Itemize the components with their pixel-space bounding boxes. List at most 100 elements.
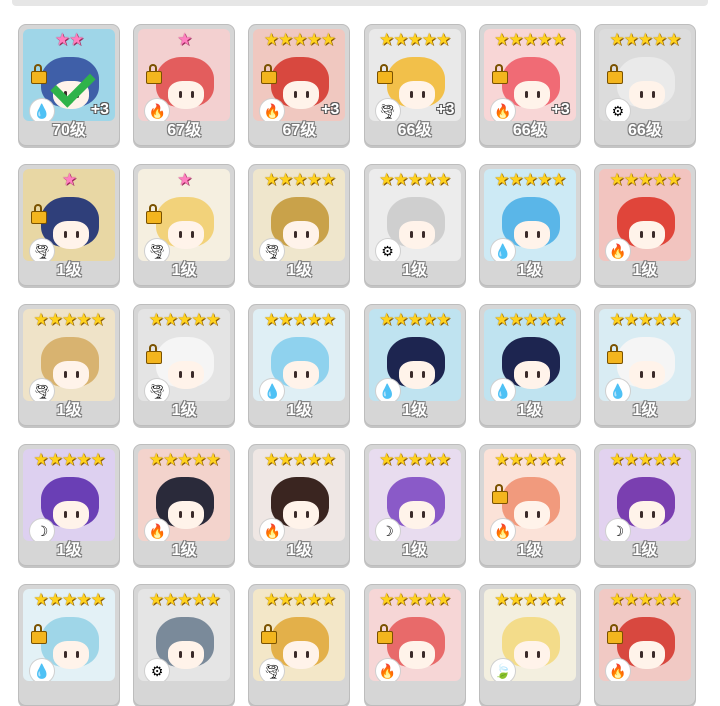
- hero-card[interactable]: ★★★★★ 🌪: [248, 584, 351, 706]
- hero-level: [134, 679, 234, 703]
- hero-card[interactable]: ★★★★★ 🌪 1级: [133, 304, 236, 426]
- hero-level: 66级: [397, 122, 432, 139]
- star-rating: ★★★★★: [263, 170, 336, 189]
- hero-face: [168, 361, 205, 389]
- hero-card[interactable]: ★★★★★ 🔥 1级: [248, 444, 351, 566]
- hero-card[interactable]: ★★★★★ 🌪 +3 66级: [363, 24, 466, 146]
- hero-eye: [306, 231, 310, 238]
- hero-card[interactable]: ★★★★★ 🌪 1级: [18, 304, 120, 426]
- hero-card[interactable]: ★★★★★ 🔥 1级: [593, 164, 696, 286]
- hero-portrait: ★★★★★ 🔥: [138, 449, 231, 541]
- hero-eye: [421, 371, 425, 378]
- star-rating: ★★★★★: [609, 310, 681, 329]
- hero-eye: [524, 651, 528, 658]
- hero-card[interactable]: ★★★★★ 🔥 1级: [133, 444, 236, 566]
- hero-eye: [64, 511, 67, 518]
- hero-face: [168, 641, 205, 669]
- star-rating: ★★★★★: [378, 30, 451, 49]
- lock-icon: [606, 344, 623, 364]
- star-rating: ★: [61, 170, 77, 189]
- hero-portrait: ★★★★★ 💧: [23, 589, 115, 681]
- star-rating: ★★★★★: [148, 590, 221, 609]
- hero-level: [19, 679, 119, 703]
- hero-level: 1级: [517, 402, 543, 419]
- hero-card[interactable]: ★★★★★ ⚙ 1级: [363, 164, 466, 286]
- hero-portrait: ★★★★★ 💧: [253, 309, 346, 401]
- hero-eye: [639, 371, 643, 378]
- lock-icon: [31, 64, 47, 84]
- hero-portrait: ★★ 💧 +3: [23, 29, 115, 121]
- hero-eye: [179, 371, 183, 378]
- hero-eye: [306, 511, 310, 518]
- hero-card[interactable]: ★★★★★ 💧 1级: [248, 304, 351, 426]
- hero-card[interactable]: ★★★★★ ☽ 1级: [363, 444, 466, 566]
- hero-card[interactable]: ★★★★★ 🔥 +3 67级: [248, 24, 351, 146]
- hero-card[interactable]: ★★ 💧 +3 70级: [18, 24, 120, 146]
- hero-card[interactable]: ★★★★★ 💧 1级: [478, 164, 581, 286]
- hero-portrait: ★★★★★ 🔥: [598, 169, 691, 261]
- hero-level: 1级: [402, 542, 428, 559]
- hero-eye: [421, 231, 425, 238]
- hero-eye: [294, 651, 298, 658]
- hero-card[interactable]: ★★★★★ ⚙ 66级: [593, 24, 696, 146]
- star-rating: ★★★★★: [609, 30, 681, 49]
- hero-card[interactable]: ★ 🌪 1级: [133, 164, 236, 286]
- hero-card[interactable]: ★★★★★ 🌪 1级: [248, 164, 351, 286]
- light-element-icon: ⚙: [375, 239, 400, 261]
- hero-eye: [524, 231, 528, 238]
- scroll-top-edge: [12, 0, 708, 6]
- fire-element-icon: 🔥: [260, 519, 285, 541]
- hero-eye: [409, 651, 413, 658]
- enhance-badge: +3: [436, 101, 455, 118]
- wind-element-icon: 🌪: [30, 239, 54, 261]
- hero-face: [513, 641, 550, 669]
- fire-element-icon: 🔥: [145, 519, 170, 541]
- star-rating: ★★: [54, 30, 84, 49]
- star-rating: ★★★★★: [33, 450, 105, 469]
- hero-card[interactable]: ★★★★★ 🔥 1级: [478, 444, 581, 566]
- star-rating: ★★★★★: [378, 590, 451, 609]
- enhance-badge: +3: [90, 101, 109, 118]
- wind-element-icon: 🌪: [145, 239, 170, 261]
- hero-eye: [524, 371, 528, 378]
- hero-eye: [76, 511, 79, 518]
- wind-element-icon: 🌪: [145, 379, 170, 401]
- hero-face: [628, 501, 665, 529]
- hero-portrait: ★★★★★ 🔥 +3: [253, 29, 346, 121]
- hero-card[interactable]: ★ 🔥 67级: [133, 24, 236, 146]
- hero-eye: [64, 231, 67, 238]
- lock-icon: [31, 624, 47, 644]
- hero-portrait: ★★★★★ 💧: [368, 309, 461, 401]
- hero-eye: [639, 511, 643, 518]
- hero-portrait: ★★★★★ 🌪: [23, 309, 115, 401]
- hero-eye: [536, 231, 540, 238]
- hero-level: 1级: [517, 262, 543, 279]
- fire-element-icon: 🔥: [605, 239, 630, 261]
- lock-icon: [491, 484, 508, 504]
- star-rating: ★★★★★: [263, 590, 336, 609]
- hero-card[interactable]: ★ 🌪 1级: [18, 164, 120, 286]
- hero-card[interactable]: ★★★★★ 💧 1级: [363, 304, 466, 426]
- hero-card[interactable]: ★★★★★ ☽ 1级: [18, 444, 120, 566]
- hero-card[interactable]: ★★★★★ ☽ 1级: [593, 444, 696, 566]
- hero-portrait: ★★★★★ ⚙: [598, 29, 691, 121]
- lock-icon: [376, 64, 393, 84]
- hero-face: [168, 501, 205, 529]
- hero-card[interactable]: ★★★★★ 🍃: [478, 584, 581, 706]
- hero-card[interactable]: ★★★★★ 💧: [18, 584, 120, 706]
- hero-card[interactable]: ★★★★★ 🔥 +3 66级: [478, 24, 581, 146]
- hero-card[interactable]: ★★★★★ ⚙: [133, 584, 236, 706]
- lock-icon: [146, 204, 163, 224]
- hero-card[interactable]: ★★★★★ 💧 1级: [593, 304, 696, 426]
- hero-card[interactable]: ★★★★★ 🔥: [593, 584, 696, 706]
- hero-eye: [191, 91, 195, 98]
- hero-portrait: ★★★★★ 🌪: [253, 169, 346, 261]
- water-element-icon: 💧: [30, 659, 54, 681]
- hero-card[interactable]: ★★★★★ 🔥: [363, 584, 466, 706]
- hero-eye: [191, 231, 195, 238]
- fire-element-icon: 🔥: [145, 99, 170, 121]
- hero-level: 1级: [171, 402, 197, 419]
- hero-eye: [409, 511, 413, 518]
- hero-card[interactable]: ★★★★★ 💧 1级: [478, 304, 581, 426]
- hero-portrait: ★★★★★ ☽: [368, 449, 461, 541]
